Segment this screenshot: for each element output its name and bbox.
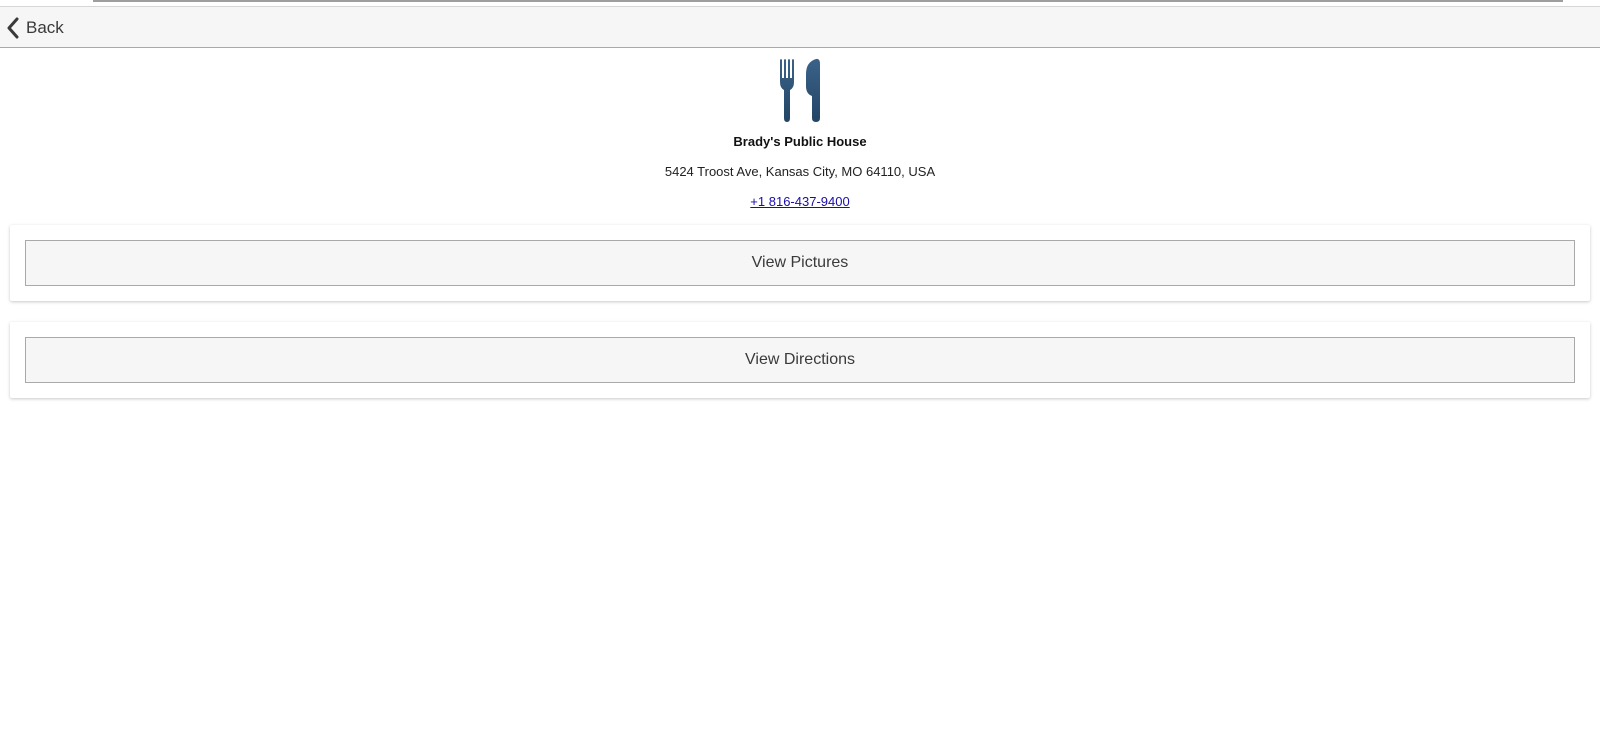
back-label: Back [26,18,64,37]
phone-link[interactable]: +1 816-437-9400 [750,193,849,211]
place-name: Brady's Public House [733,134,867,149]
chevron-left-icon [7,17,19,39]
place-address: 5424 Troost Ave, Kansas City, MO 64110, … [664,164,936,179]
fork-knife-icon [780,58,820,122]
top-divider [93,0,1563,2]
view-pictures-button[interactable]: View Pictures [25,240,1575,286]
pictures-card: View Pictures [10,225,1590,301]
directions-card: View Directions [10,322,1590,398]
back-button[interactable]: Back [6,15,64,41]
view-directions-button[interactable]: View Directions [25,337,1575,383]
place-details: Brady's Public House 5424 Troost Ave, Ka… [0,56,1600,211]
header-bar: Back [0,6,1600,48]
